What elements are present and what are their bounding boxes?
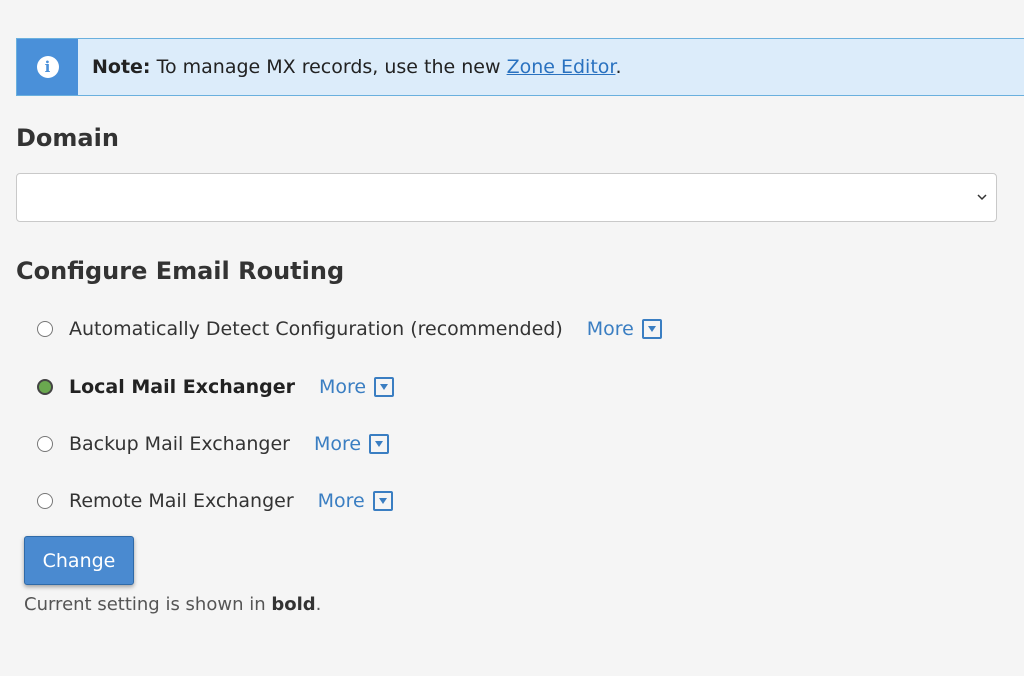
info-icon: i [36, 56, 59, 78]
current-setting-note: Current setting is shown in bold. [24, 594, 321, 615]
more-toggle-backup[interactable]: More [313, 433, 390, 455]
caret-down-icon [374, 377, 395, 397]
note-callout: i Note: To manage MX records, use the ne… [16, 38, 1024, 96]
change-button[interactable]: Change [24, 536, 134, 585]
more-toggle-auto[interactable]: More [587, 318, 662, 340]
more-label: More [313, 433, 362, 455]
caret-down-icon [369, 434, 390, 454]
note-message: To manage MX records, use the new [156, 56, 501, 78]
routing-option-local: Local Mail Exchanger More [37, 374, 395, 400]
radio-remote[interactable] [37, 493, 53, 509]
domain-select[interactable] [16, 173, 997, 222]
more-label: More [317, 490, 365, 512]
note-suffix: . [615, 56, 622, 78]
radio-auto[interactable] [37, 321, 53, 337]
option-label-auto: Automatically Detect Configuration (reco… [69, 318, 563, 340]
routing-option-backup: Backup Mail Exchanger More [37, 431, 390, 457]
page: i Note: To manage MX records, use the ne… [0, 0, 1024, 676]
note-icon-box: i [17, 39, 78, 95]
domain-heading: Domain [16, 124, 119, 152]
more-label: More [318, 376, 367, 398]
chevron-down-icon [977, 194, 987, 201]
routing-option-auto: Automatically Detect Configuration (reco… [37, 316, 662, 342]
more-toggle-local[interactable]: More [318, 376, 395, 398]
radio-local[interactable] [37, 379, 53, 395]
routing-option-remote: Remote Mail Exchanger More [37, 488, 393, 514]
footnote-bold: bold [271, 594, 316, 615]
option-label-remote: Remote Mail Exchanger [69, 490, 294, 512]
caret-down-icon [641, 319, 662, 339]
more-label: More [586, 318, 634, 340]
routing-heading: Configure Email Routing [16, 257, 345, 285]
zone-editor-link[interactable]: Zone Editor [507, 56, 616, 78]
note-text: Note: To manage MX records, use the new … [92, 56, 622, 78]
option-label-backup: Backup Mail Exchanger [69, 433, 290, 455]
footnote-suffix: . [315, 594, 322, 615]
more-toggle-remote[interactable]: More [318, 490, 393, 512]
footnote-prefix: Current setting is shown in [24, 594, 266, 615]
caret-down-icon [372, 491, 393, 511]
option-label-local: Local Mail Exchanger [69, 376, 295, 398]
note-label: Note: [92, 56, 151, 78]
radio-backup[interactable] [37, 436, 53, 452]
